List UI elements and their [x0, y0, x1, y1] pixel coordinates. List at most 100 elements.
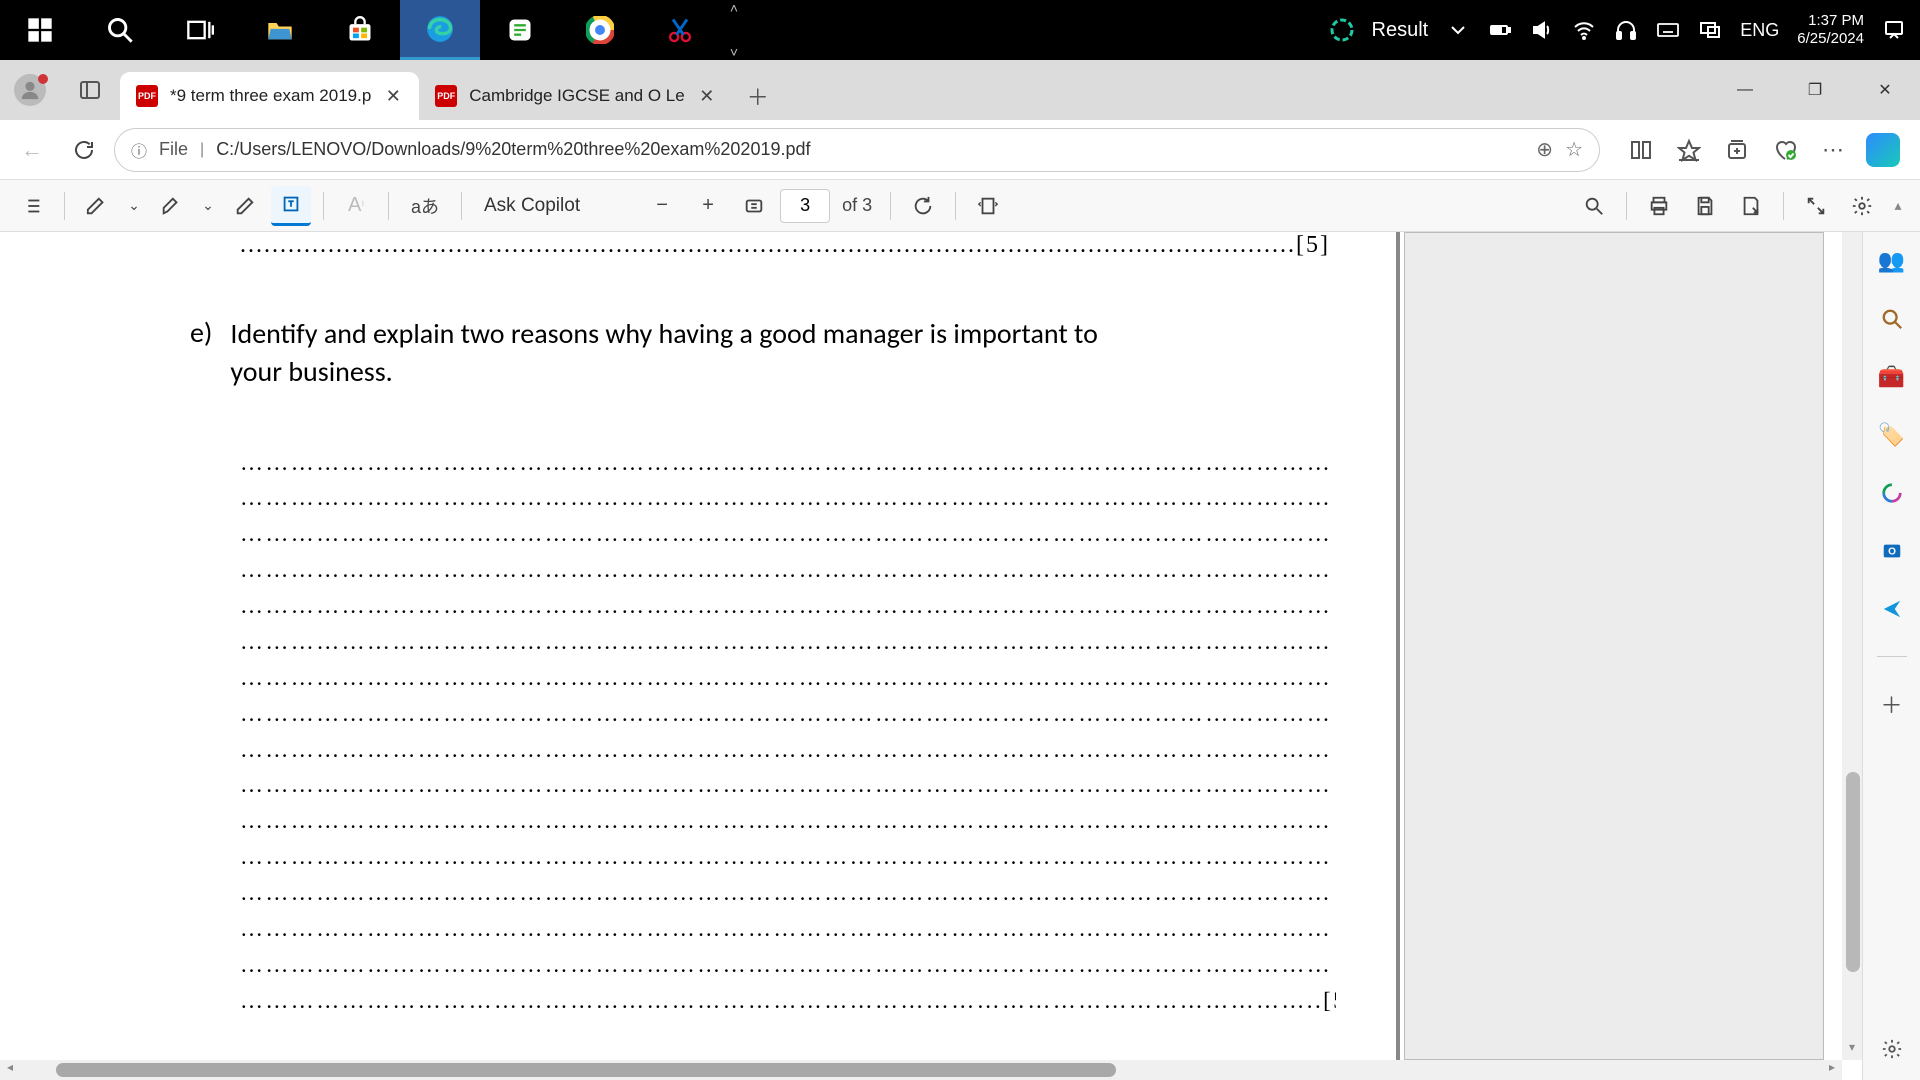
zoom-indicator-icon[interactable]: ⊕ [1536, 137, 1553, 162]
address-bar[interactable]: ⓘ File | C:/Users/LENOVO/Downloads/9%20t… [114, 128, 1600, 172]
close-window-button[interactable]: ✕ [1850, 60, 1920, 120]
question-text: Identify and explain two reasons why hav… [230, 315, 1150, 391]
answer-line: …………………………………………………………………………………………………………… [240, 732, 1336, 768]
tab-actions-button[interactable] [60, 60, 120, 120]
toolbar-scroll-up-icon[interactable]: ▴ [1888, 197, 1908, 214]
tab-inactive[interactable]: PDF Cambridge IGCSE and O Le ✕ [419, 72, 732, 120]
new-tab-button[interactable]: ＋ [733, 72, 783, 120]
close-tab-icon[interactable]: ✕ [697, 86, 717, 107]
notes-app-taskbar[interactable] [480, 0, 560, 60]
split-screen-icon[interactable] [1626, 135, 1656, 165]
sidebar-shopping-icon[interactable]: 🏷️ [1877, 420, 1907, 450]
wifi-icon[interactable] [1572, 18, 1596, 42]
scroll-down-icon[interactable]: ▾ [1842, 1040, 1862, 1060]
close-tab-icon[interactable]: ✕ [383, 86, 403, 107]
zoom-in-button[interactable]: + [688, 186, 728, 226]
zoom-out-button[interactable]: − [642, 186, 682, 226]
answer-line: …………………………………………………………………………………………………………… [240, 660, 1336, 696]
back-button: ← [10, 128, 54, 172]
more-menu-icon[interactable]: ⋯ [1818, 135, 1848, 165]
sidebar-settings-icon[interactable] [1877, 1034, 1907, 1064]
pdf-viewport[interactable]: ........................................… [0, 232, 1862, 1080]
taskbar-scroll[interactable]: ˄ ˅ [722, 0, 746, 60]
sidebar-add-icon[interactable]: ＋ [1877, 689, 1907, 719]
chrome-taskbar[interactable] [560, 0, 640, 60]
collections-icon[interactable] [1722, 135, 1752, 165]
highlight-chevron-icon[interactable]: ⌄ [197, 186, 219, 226]
headphones-icon[interactable] [1614, 18, 1638, 42]
taskbar-scroll-down-icon[interactable]: ˅ [730, 44, 738, 60]
maximize-button[interactable]: ❐ [1780, 60, 1850, 120]
horizontal-scroll-thumb[interactable] [56, 1063, 1116, 1077]
answer-line: …………………………………………………………………………………………………………… [240, 480, 1336, 516]
answer-line: …………………………………………………………………………………………………………… [240, 803, 1336, 839]
snipping-tool-taskbar[interactable] [640, 0, 720, 60]
tab-active[interactable]: PDF *9 term three exam 2019.p ✕ [120, 72, 419, 120]
translate-icon[interactable]: aあ [401, 186, 449, 226]
volume-icon[interactable] [1530, 18, 1554, 42]
vertical-scrollbar[interactable]: ▾ [1842, 232, 1862, 1060]
sidebar-search-icon[interactable] [1877, 304, 1907, 334]
draw-icon[interactable] [77, 186, 117, 226]
sidebar-outlook-icon[interactable]: O [1877, 536, 1907, 566]
scroll-right-icon[interactable]: ▸ [1822, 1060, 1842, 1080]
keyboard-icon[interactable] [1656, 18, 1680, 42]
erase-icon[interactable] [225, 186, 265, 226]
save-icon[interactable] [1685, 186, 1725, 226]
copilot-icon[interactable] [1866, 133, 1900, 167]
print-icon[interactable] [1639, 186, 1679, 226]
file-explorer-taskbar[interactable] [240, 0, 320, 60]
ask-copilot-button[interactable]: Ask Copilot [474, 195, 590, 217]
sidebar-people-icon[interactable]: 👥 [1877, 246, 1907, 276]
answer-lines: …………………………………………………………………………………………………………… [240, 445, 1336, 1019]
microsoft-store-taskbar[interactable] [320, 0, 400, 60]
horizontal-scrollbar[interactable]: ◂ ▸ [0, 1060, 1842, 1080]
clock[interactable]: 1:37 PM 6/25/2024 [1797, 12, 1864, 48]
task-view-button[interactable] [160, 0, 240, 60]
sidebar-tools-icon[interactable]: 🧰 [1877, 362, 1907, 392]
favorites-icon[interactable] [1674, 135, 1704, 165]
find-icon[interactable] [1574, 186, 1614, 226]
vertical-scroll-thumb[interactable] [1846, 772, 1860, 972]
draw-chevron-icon[interactable]: ⌄ [123, 186, 145, 226]
scroll-left-icon[interactable]: ◂ [0, 1060, 20, 1080]
browser-essentials-icon[interactable] [1770, 135, 1800, 165]
battery-icon[interactable] [1488, 18, 1512, 42]
page-number-input[interactable] [780, 189, 830, 223]
text-select-icon[interactable] [271, 186, 311, 226]
fit-page-icon[interactable] [734, 186, 774, 226]
fullscreen-icon[interactable] [1796, 186, 1836, 226]
result-app-icon[interactable] [1330, 18, 1354, 42]
language-indicator[interactable]: ENG [1740, 20, 1779, 41]
favorite-star-icon[interactable]: ☆ [1565, 137, 1583, 162]
answer-line: …………………………………………………………………………………………………………… [240, 947, 1336, 983]
save-as-icon[interactable] [1731, 186, 1771, 226]
page-view-icon[interactable] [968, 186, 1008, 226]
search-button[interactable] [80, 0, 160, 60]
pdf-settings-icon[interactable] [1842, 186, 1882, 226]
highlight-icon[interactable] [151, 186, 191, 226]
main-content-area: ........................................… [0, 232, 1920, 1080]
start-button[interactable] [0, 0, 80, 60]
notifications-icon[interactable] [1882, 18, 1906, 42]
answer-line: …………………………………………………………………………………………………………… [240, 445, 1336, 481]
rotate-icon[interactable] [903, 186, 943, 226]
profile-button[interactable] [0, 60, 60, 120]
sidebar-send-icon[interactable] [1877, 594, 1907, 624]
pdf-gray-area [1404, 232, 1824, 1060]
question-block: e) Identify and explain two reasons why … [190, 315, 1336, 391]
contents-icon[interactable] [12, 186, 52, 226]
refresh-button[interactable] [62, 128, 106, 172]
minimize-button[interactable]: — [1710, 60, 1780, 120]
answer-line: …………………………………………………………………………………………………………… [240, 552, 1336, 588]
edge-browser-taskbar[interactable] [400, 0, 480, 60]
project-icon[interactable] [1698, 18, 1722, 42]
read-aloud-icon[interactable]: A⁾ [336, 186, 376, 226]
site-info-icon[interactable]: ⓘ [131, 138, 147, 162]
result-label[interactable]: Result [1372, 19, 1429, 42]
tray-chevron-icon[interactable] [1446, 18, 1470, 42]
sidebar-office-icon[interactable] [1877, 478, 1907, 508]
tab-title: Cambridge IGCSE and O Le [469, 86, 684, 106]
taskbar-scroll-up-icon[interactable]: ˄ [730, 0, 738, 16]
answer-line: …………………………………………………………………………………………………………… [240, 516, 1336, 552]
